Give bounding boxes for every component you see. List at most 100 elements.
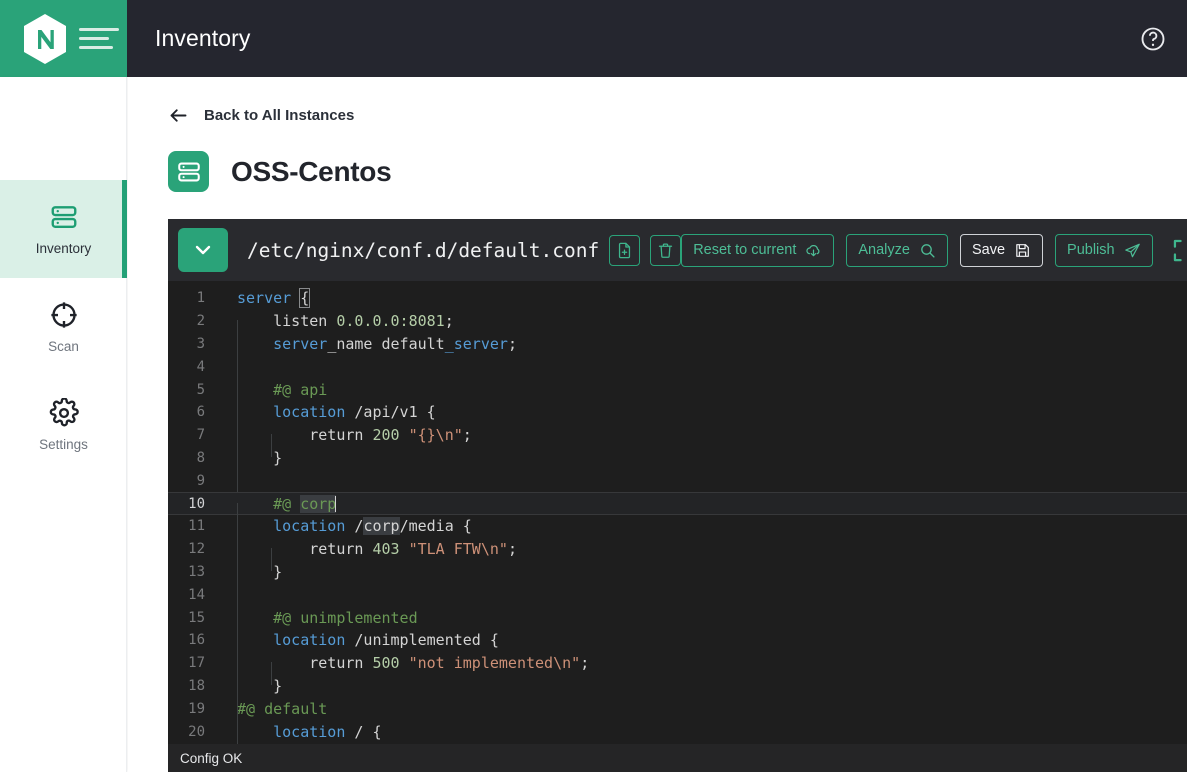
code-token: "{}\n": [409, 426, 463, 444]
code-text: return 403 "TLA FTW\n";: [221, 540, 517, 558]
line-number: 17: [168, 655, 221, 671]
code-line[interactable]: 14: [168, 583, 1187, 606]
code-line[interactable]: 7 return 200 "{}\n";: [168, 424, 1187, 447]
code-token: /unimplemented {: [345, 631, 499, 649]
sidebar-item-settings[interactable]: Settings: [0, 376, 127, 474]
main-content: Back to All Instances OSS-Centos: [128, 77, 1187, 772]
code-line[interactable]: 20 location / {: [168, 720, 1187, 743]
line-number: 10: [168, 496, 221, 512]
code-token: [400, 654, 409, 672]
publish-label: Publish: [1067, 242, 1115, 258]
code-line[interactable]: 11 location /corp/media {: [168, 515, 1187, 538]
editor-toolbar: /etc/nginx/conf.d/default.conf: [168, 219, 1187, 281]
code-line[interactable]: 8 }: [168, 447, 1187, 470]
code-token: ;: [463, 426, 472, 444]
code-token: #@: [237, 495, 300, 513]
text-cursor: [335, 496, 336, 512]
code-token: #@ unimplemented: [237, 609, 418, 627]
publish-button[interactable]: Publish: [1055, 234, 1153, 267]
code-token: return: [237, 654, 372, 672]
config-editor-panel: /etc/nginx/conf.d/default.conf: [168, 219, 1187, 772]
trash-icon[interactable]: [650, 235, 681, 266]
brand-logo-area[interactable]: [0, 0, 127, 77]
code-token: ;: [445, 312, 454, 330]
brand-menu-lines-icon: [79, 28, 119, 49]
line-number: 12: [168, 541, 221, 557]
save-button[interactable]: Save: [960, 234, 1043, 267]
code-token: [237, 403, 273, 421]
code-token: }: [237, 449, 282, 467]
code-token: location: [273, 517, 345, 535]
code-text: return 500 "not implemented\n";: [221, 654, 589, 672]
reset-to-current-label: Reset to current: [693, 242, 796, 258]
code-line[interactable]: 19#@ default: [168, 697, 1187, 720]
code-text: }: [221, 563, 282, 581]
code-line[interactable]: 3 server_name default_server;: [168, 333, 1187, 356]
code-line[interactable]: 12 return 403 "TLA FTW\n";: [168, 538, 1187, 561]
sidebar-item-scan[interactable]: Scan: [0, 278, 127, 376]
help-circle-icon[interactable]: [1139, 25, 1167, 53]
code-token: _name default: [327, 335, 444, 353]
top-bar: Inventory: [0, 0, 1187, 77]
line-number: 13: [168, 564, 221, 580]
code-line[interactable]: 17 return 500 "not implemented\n";: [168, 652, 1187, 675]
code-token: return: [237, 426, 372, 444]
file-plus-icon[interactable]: [609, 235, 640, 266]
line-number: 20: [168, 724, 221, 740]
code-token: #@ api: [237, 381, 327, 399]
code-text: return 200 "{}\n";: [221, 426, 472, 444]
line-number: 9: [168, 473, 221, 489]
code-text: location /corp/media {: [221, 517, 472, 535]
nginx-hexagon-logo: [22, 13, 68, 65]
line-number: 8: [168, 450, 221, 466]
line-number: 4: [168, 359, 221, 375]
instance-header: OSS-Centos: [128, 126, 1187, 192]
selected-token: corp: [363, 517, 399, 535]
sidebar-nav: Inventory Scan Settings: [0, 77, 127, 772]
code-line[interactable]: 2 listen 0.0.0.0:8081;: [168, 310, 1187, 333]
line-number: 15: [168, 610, 221, 626]
page-title-bar: Inventory: [127, 0, 1187, 77]
code-line[interactable]: 10 #@ corp: [168, 492, 1187, 515]
code-text: #@ unimplemented: [221, 609, 418, 627]
save-label: Save: [972, 242, 1005, 258]
line-number: 5: [168, 382, 221, 398]
code-line[interactable]: 15 #@ unimplemented: [168, 606, 1187, 629]
fullscreen-expand-icon[interactable]: [1171, 237, 1187, 264]
code-token: location: [273, 723, 345, 741]
code-token: return: [237, 540, 372, 558]
code-editor-area[interactable]: 1server {2 listen 0.0.0.0:8081;3 server_…: [168, 281, 1187, 744]
code-token: /media {: [400, 517, 472, 535]
code-line[interactable]: 13 }: [168, 561, 1187, 584]
code-line[interactable]: 6 location /api/v1 {: [168, 401, 1187, 424]
reset-to-current-button[interactable]: Reset to current: [681, 234, 834, 267]
cloud-download-icon: [805, 242, 822, 259]
code-line[interactable]: 1server {: [168, 287, 1187, 310]
floppy-disk-icon: [1014, 242, 1031, 259]
code-line[interactable]: 16 location /unimplemented {: [168, 629, 1187, 652]
code-line[interactable]: 5 #@ api: [168, 378, 1187, 401]
code-token: [237, 335, 273, 353]
chevron-down-icon[interactable]: [178, 228, 228, 272]
line-number: 2: [168, 313, 221, 329]
line-number: 7: [168, 427, 221, 443]
page-title: Inventory: [155, 25, 251, 52]
code-token: [400, 426, 409, 444]
code-line[interactable]: 4: [168, 355, 1187, 378]
code-token: 0.0.0.0:8081: [336, 312, 444, 330]
selected-token: corp: [300, 495, 336, 513]
sidebar-item-label: Settings: [39, 437, 88, 452]
code-token: {: [300, 289, 309, 307]
code-token: "not implemented\n": [409, 654, 581, 672]
back-to-all-instances-link[interactable]: Back to All Instances: [128, 77, 1187, 126]
code-token: /: [345, 517, 363, 535]
code-line[interactable]: 9: [168, 469, 1187, 492]
sidebar-item-inventory[interactable]: Inventory: [0, 180, 127, 278]
code-token: [237, 723, 273, 741]
code-text: listen 0.0.0.0:8081;: [221, 312, 454, 330]
code-token: 500: [372, 654, 399, 672]
code-text: #@ corp: [221, 495, 336, 513]
code-token: server: [273, 335, 327, 353]
analyze-button[interactable]: Analyze: [846, 234, 948, 267]
code-line[interactable]: 18 }: [168, 675, 1187, 698]
